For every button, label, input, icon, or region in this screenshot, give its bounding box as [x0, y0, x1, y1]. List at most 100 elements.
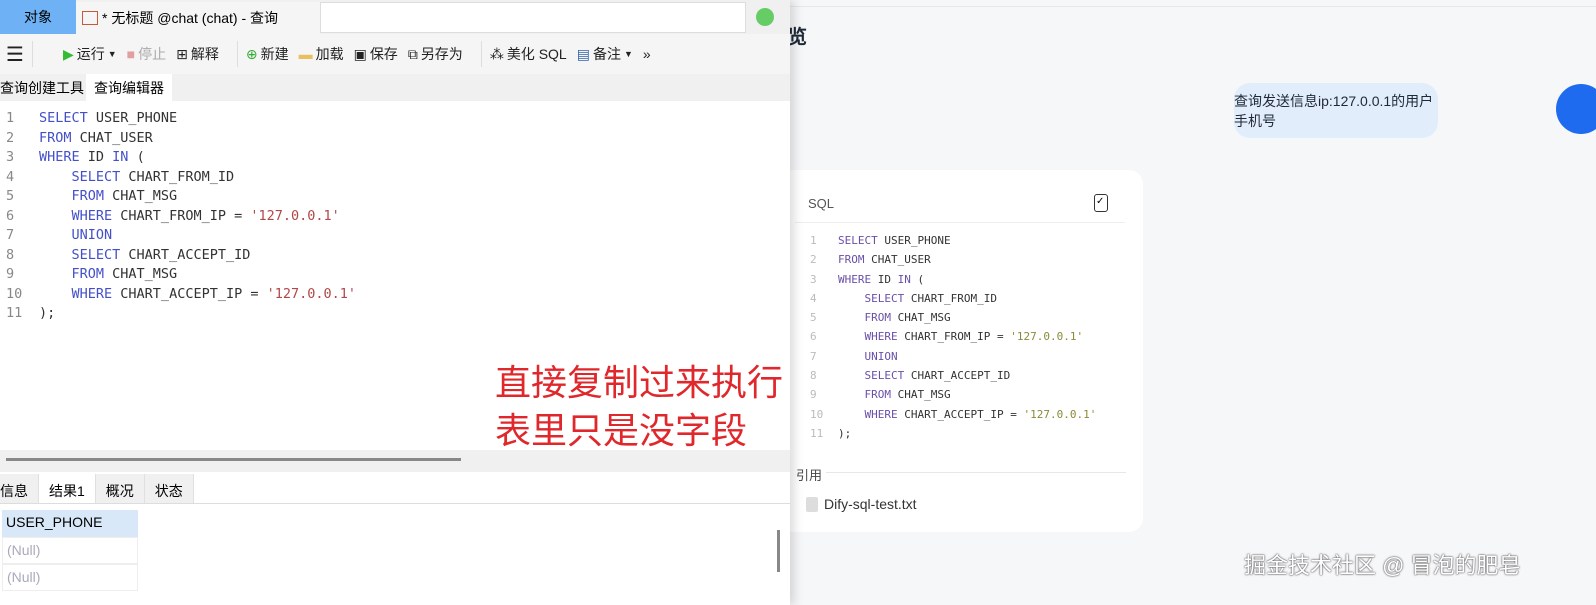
code-token: ( — [136, 149, 145, 165]
stop-label: 停止 — [138, 46, 167, 62]
answer-card: SQL 1 SELECT USER_PHONE 2 FROM CHAT_USER 3 WH… — [780, 170, 1143, 532]
tab-query-builder[interactable]: 查询创建工具 — [0, 74, 86, 101]
tab-info[interactable]: 信息 — [0, 474, 39, 503]
code-token: CHAT_USER — [871, 253, 931, 267]
code-token: CHART_ACCEPT_ID — [910, 369, 1011, 383]
new-tab-icon[interactable] — [756, 8, 774, 26]
sql-code-block: 1 SELECT USER_PHONE 2 FROM CHAT_USER 3 WHERE … — [810, 231, 1096, 443]
line-number: 9 — [810, 388, 817, 402]
line-number: 11 — [810, 426, 824, 440]
code-line: 10 WHERE CHART_ACCEPT_IP = '127.0.0.1' — [0, 285, 356, 305]
code-token: FROM — [864, 311, 898, 325]
code-line: 8 SELECT CHART_ACCEPT_ID — [810, 366, 1096, 385]
code-line: 11); — [0, 304, 356, 324]
comment-button[interactable]: ▤ 备注 ▼ — [577, 44, 633, 64]
save-button[interactable]: ▣ 保存 — [354, 44, 398, 64]
navicat-query-window: 对象 * 无标题 @chat (chat) - 查询 ☰ ▶ 运行 ▼ ■ 停止 ⊞ 解… — [0, 0, 790, 605]
tab-query-editor[interactable]: 查询编辑器 — [86, 74, 172, 101]
code-token: IN — [897, 272, 918, 286]
line-number: 9 — [6, 266, 15, 282]
clipboard-icon[interactable] — [1094, 194, 1108, 212]
horizontal-scrollbar[interactable] — [0, 450, 790, 472]
line-number: 1 — [6, 110, 15, 126]
annotation-line: 直接复制过来执行 — [495, 362, 784, 403]
citation-label: 引用 — [796, 468, 823, 483]
line-number: 8 — [810, 369, 817, 383]
editor-mode-tabs: 查询创建工具 查询编辑器 — [0, 74, 790, 101]
table-cell[interactable]: (Null) — [2, 537, 138, 564]
code-token: FROM — [864, 388, 898, 402]
line-number: 11 — [6, 305, 23, 321]
watermark: 掘金技术社区 @ 冒泡的肥皂 — [1244, 553, 1521, 578]
table-cell[interactable]: (Null) — [2, 564, 138, 591]
run-button[interactable]: ▶ 运行 ▼ — [63, 44, 117, 64]
code-token: CHAT_MSG — [112, 266, 178, 282]
code-token: UNION — [71, 227, 113, 243]
new-icon: ⊕ — [245, 45, 258, 62]
tab-query[interactable]: * 无标题 @chat (chat) - 查询 — [76, 2, 320, 34]
code-line: 11); — [810, 424, 1096, 443]
file-icon — [806, 496, 818, 512]
code-line: 8 SELECT CHART_ACCEPT_ID — [0, 246, 356, 266]
code-token: SELECT — [39, 110, 96, 126]
code-token: USER_PHONE — [884, 234, 951, 247]
divider — [480, 41, 482, 67]
result-grid: USER_PHONE (Null) (Null) — [2, 510, 138, 591]
line-number: 10 — [6, 285, 23, 302]
play-icon: ▶ — [62, 45, 74, 62]
more-button[interactable]: » — [643, 46, 651, 62]
scrollbar-thumb[interactable] — [6, 458, 461, 461]
sql-code[interactable]: 1 SELECT USER_PHONE 2 FROM CHAT_USER 3 WHERE … — [0, 109, 356, 324]
explain-label: 解释 — [190, 46, 219, 62]
result-tabs: 信息 结果1 概况 状态 — [0, 474, 790, 504]
load-label: 加载 — [315, 46, 344, 62]
tab-profile[interactable]: 概况 — [95, 474, 145, 503]
line-number: 7 — [6, 227, 15, 243]
load-button[interactable]: ▬ 加载 — [299, 44, 344, 64]
code-token: USER_PHONE — [95, 110, 178, 126]
column-header[interactable]: USER_PHONE — [2, 510, 138, 537]
user-message: 查询发送信息ip:127.0.0.1的用户手机号 — [1234, 83, 1438, 138]
new-button[interactable]: ⊕ 新建 — [246, 44, 289, 64]
code-token: IN — [112, 149, 137, 165]
code-token: SELECT — [838, 234, 885, 247]
code-token: '127.0.0.1' — [1010, 330, 1084, 344]
beautify-sql-button[interactable]: ⁂ 美化 SQL — [490, 44, 567, 64]
chevron-down-icon: ▼ — [623, 49, 633, 59]
sql-editor[interactable]: 1 SELECT USER_PHONE 2 FROM CHAT_USER 3 WHERE … — [0, 101, 790, 456]
citation-file[interactable]: Dify-sql-test.txt — [806, 496, 917, 512]
table-icon — [82, 11, 98, 25]
menu-icon[interactable]: ☰ — [6, 42, 24, 67]
code-line: 9 FROM CHAT_MSG — [0, 265, 356, 285]
explain-button[interactable]: ⊞ 解释 — [176, 44, 219, 64]
code-token: CHAT_MSG — [897, 311, 951, 325]
tab-objects[interactable]: 对象 — [0, 0, 76, 34]
vertical-scrollbar[interactable] — [777, 530, 780, 572]
line-number: 1 — [810, 234, 817, 247]
code-token: ); — [838, 426, 852, 440]
code-token: ID — [877, 272, 898, 286]
code-token: CHAT_USER — [79, 129, 153, 146]
tab-result1[interactable]: 结果1 — [39, 474, 96, 503]
tab-status[interactable]: 状态 — [144, 474, 194, 503]
code-token: SELECT — [864, 291, 911, 305]
comment-label: 备注 — [592, 46, 621, 62]
code-token: CHART_ACCEPT_ID — [128, 246, 251, 263]
code-token: ( — [917, 272, 925, 286]
save-as-button[interactable]: ⧉ 另存为 — [408, 44, 463, 64]
line-number: 7 — [810, 349, 817, 363]
divider — [826, 472, 1126, 473]
code-line: 4 SELECT CHART_FROM_ID — [810, 289, 1096, 308]
code-token: UNION — [864, 349, 898, 363]
stop-button[interactable]: ■ 停止 — [127, 44, 166, 64]
code-token: '127.0.0.1' — [1023, 407, 1097, 421]
magic-wand-icon: ⁂ — [489, 45, 504, 62]
